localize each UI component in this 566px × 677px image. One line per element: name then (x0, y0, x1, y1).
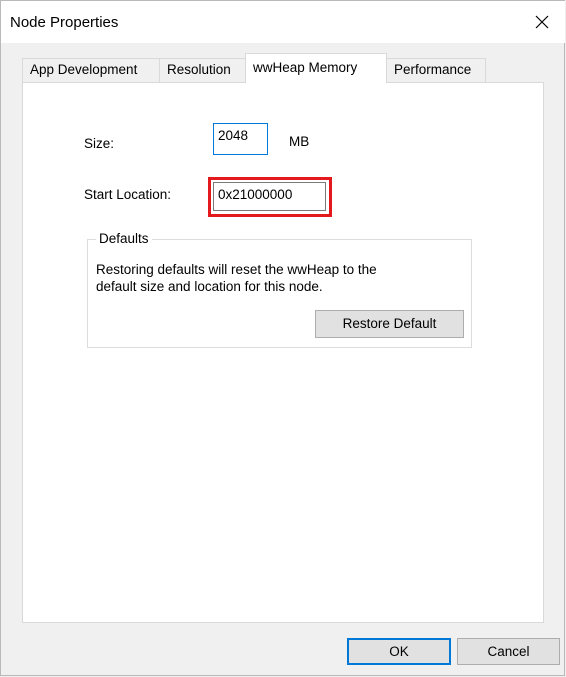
tab-label: App Development (30, 62, 138, 77)
title-bar: Node Properties (1, 1, 565, 43)
cancel-button[interactable]: Cancel (457, 638, 560, 665)
tab-performance[interactable]: Performance (386, 58, 486, 82)
start-location-value: 0x21000000 (218, 187, 293, 202)
wwheap-memory-panel: Size: 2048 MB Start Location: 0x21000000… (22, 82, 544, 623)
tab-label: wwHeap Memory (253, 60, 358, 75)
defaults-description-line1: Restoring defaults will reset the wwHeap… (96, 262, 377, 277)
node-properties-dialog: Node Properties App Development Resoluti… (0, 0, 565, 676)
size-label: Size: (84, 136, 115, 151)
defaults-caption: Defaults (96, 231, 152, 246)
tab-label: Performance (394, 62, 472, 77)
size-unit-label: MB (289, 134, 310, 149)
tab-app-development[interactable]: App Development (22, 58, 160, 82)
close-icon (535, 15, 549, 29)
defaults-groupbox: Defaults Restoring defaults will reset t… (87, 231, 472, 348)
size-input[interactable]: 2048 (213, 123, 268, 155)
tab-wwheap-memory[interactable]: wwHeap Memory (245, 53, 387, 83)
ok-button[interactable]: OK (347, 638, 451, 665)
start-location-input[interactable]: 0x21000000 (213, 182, 326, 211)
close-button[interactable] (519, 1, 565, 43)
tab-label: Resolution (167, 62, 231, 77)
defaults-description-line2: default size and location for this node. (96, 279, 323, 294)
restore-default-button[interactable]: Restore Default (315, 310, 464, 338)
start-location-label: Start Location: (84, 187, 172, 202)
size-value: 2048 (218, 128, 249, 143)
window-title: Node Properties (10, 14, 119, 31)
tab-resolution[interactable]: Resolution (159, 58, 246, 82)
